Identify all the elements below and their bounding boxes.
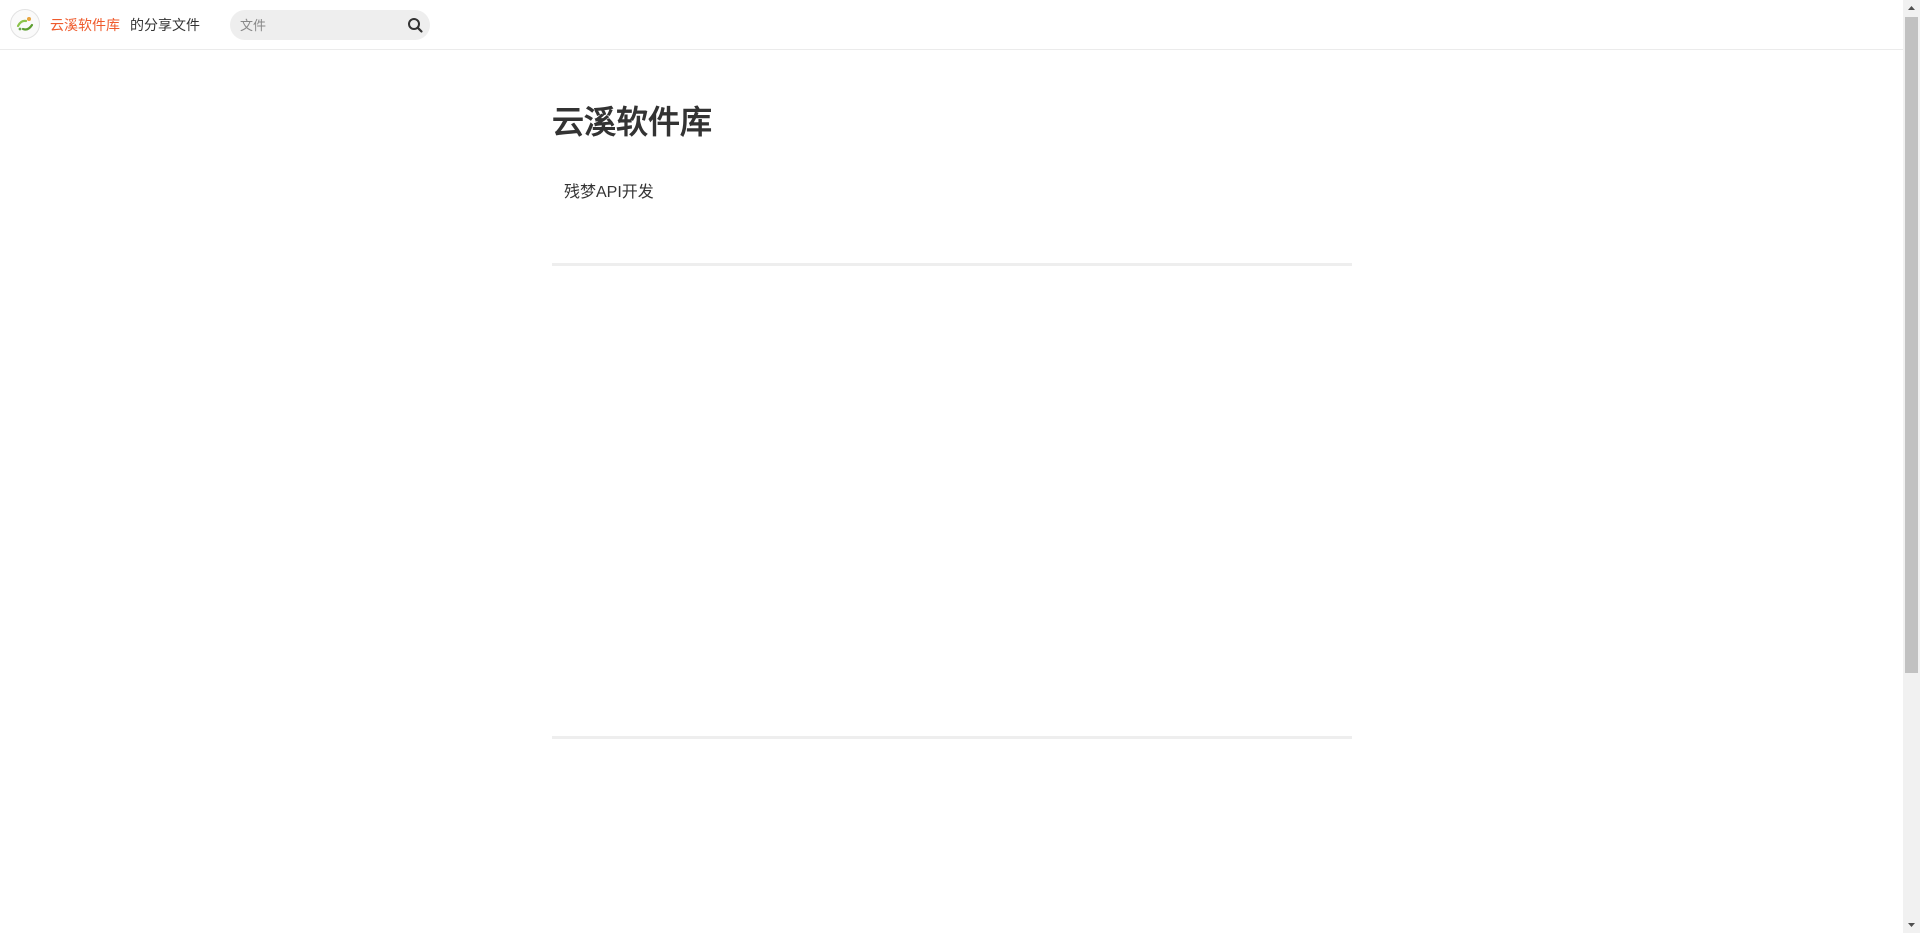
- avatar-logo-icon: [12, 11, 38, 37]
- page-title: 云溪软件库: [552, 104, 713, 140]
- vertical-scrollbar[interactable]: [1903, 0, 1920, 933]
- scroll-down-arrow-icon[interactable]: [1903, 916, 1920, 933]
- search-input[interactable]: [240, 10, 400, 40]
- scrollbar-thumb[interactable]: [1905, 17, 1918, 673]
- folder-description: 残梦API开发: [564, 184, 654, 201]
- top-header: 云溪软件库 的分享文件: [0, 0, 1903, 50]
- divider-bottom: [552, 736, 1352, 739]
- owner-name-link[interactable]: 云溪软件库: [50, 16, 120, 34]
- scroll-up-arrow-icon[interactable]: [1903, 0, 1920, 17]
- file-list: [552, 266, 1352, 736]
- page: 云溪软件库 的分享文件 云溪软件库 残梦API开发: [0, 0, 1920, 933]
- owner-suffix-label: 的分享文件: [130, 17, 200, 33]
- search-box: [230, 10, 430, 40]
- search-icon: [408, 18, 423, 33]
- avatar[interactable]: [10, 9, 40, 39]
- search-button[interactable]: [402, 10, 430, 40]
